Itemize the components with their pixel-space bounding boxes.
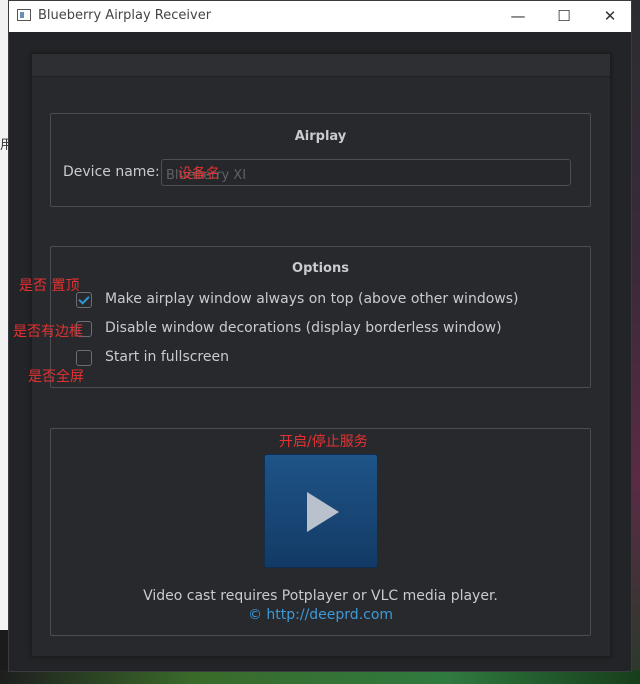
- always-on-top-label: Make airplay window always on top (above…: [105, 291, 519, 307]
- title-bar[interactable]: Blueberry Airplay Receiver — ☐ ✕: [9, 1, 631, 32]
- start-fullscreen-label: Start in fullscreen: [105, 349, 229, 365]
- minimize-button[interactable]: —: [495, 1, 541, 32]
- desktop-background-left: [0, 0, 8, 684]
- options-group-title: Options: [292, 261, 349, 276]
- player-requirement-text: Video cast requires Potplayer or VLC med…: [143, 588, 498, 604]
- desktop-background-bottom: [0, 670, 640, 684]
- panel-header: [32, 54, 610, 77]
- annotation-fullscreen: 是否全屏: [28, 369, 84, 385]
- start-fullscreen-checkbox[interactable]: [76, 350, 92, 366]
- disable-decorations-label: Disable window decorations (display bord…: [105, 320, 502, 336]
- maximize-button[interactable]: ☐: [541, 1, 587, 32]
- device-name-input[interactable]: [161, 159, 571, 186]
- options-group: Options Make airplay window always on to…: [50, 246, 591, 388]
- app-icon: [17, 9, 31, 21]
- website-link[interactable]: © http://deeprd.com: [51, 607, 590, 623]
- annotation-device-name: 设备名: [178, 166, 220, 182]
- window-title: Blueberry Airplay Receiver: [38, 8, 212, 23]
- play-icon: [307, 492, 339, 532]
- app-window: Blueberry Airplay Receiver — ☐ ✕ Airplay…: [8, 0, 632, 672]
- airplay-group: Airplay Device name:: [50, 113, 591, 207]
- device-name-label: Device name:: [63, 164, 160, 180]
- annotation-borderless: 是否有边框: [13, 324, 83, 340]
- close-button[interactable]: ✕: [587, 1, 633, 32]
- annotation-on-top: 是否 置顶: [19, 278, 80, 294]
- airplay-group-title: Airplay: [294, 129, 347, 144]
- annotation-service: 开启/停止服务: [279, 434, 368, 450]
- start-stop-button[interactable]: [264, 454, 378, 568]
- desktop-background-right: [632, 0, 640, 684]
- service-group: Video cast requires Potplayer or VLC med…: [50, 428, 591, 636]
